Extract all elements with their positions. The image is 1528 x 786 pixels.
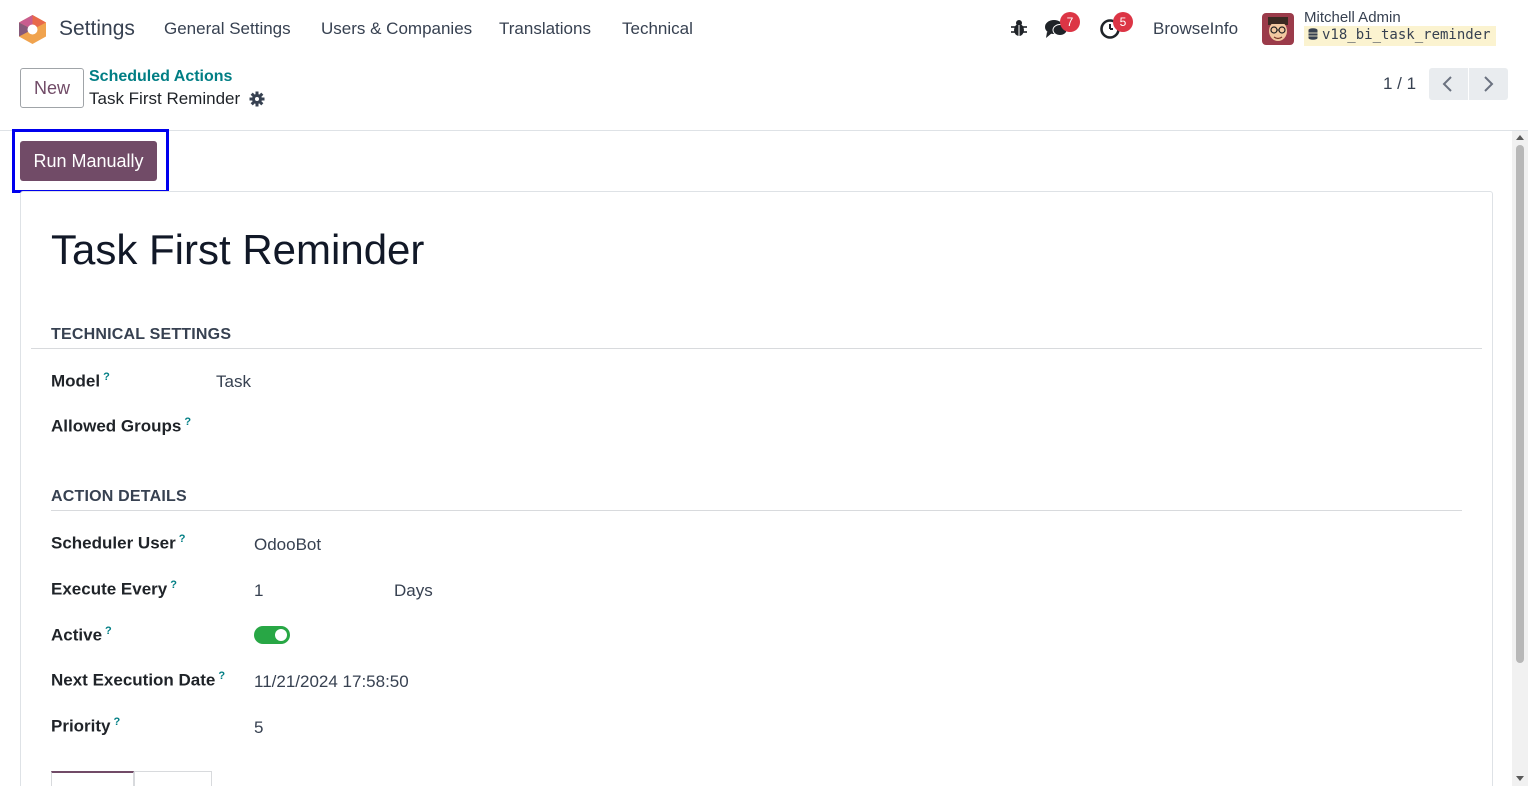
breadcrumb-current: Task First Reminder <box>89 89 241 108</box>
model-value[interactable]: Task <box>216 372 251 392</box>
scroll-up-arrow-icon[interactable] <box>1516 135 1524 140</box>
scheduler-user-value[interactable]: OdooBot <box>254 535 321 555</box>
database-icon <box>1308 28 1318 40</box>
section-divider <box>31 348 1482 349</box>
model-label: Model? <box>51 371 110 391</box>
messages-badge: 7 <box>1060 12 1080 32</box>
odoo-settings-logo-icon[interactable] <box>19 15 46 44</box>
execute-every-value[interactable]: 1 <box>254 581 263 601</box>
pager-previous-button[interactable] <box>1429 68 1468 100</box>
allowed-groups-label: Allowed Groups? <box>51 416 192 436</box>
chevron-right-icon <box>1484 76 1494 92</box>
priority-value[interactable]: 5 <box>254 718 263 738</box>
scrollbar[interactable] <box>1512 131 1528 786</box>
control-panel: New Scheduled Actions Task First Reminde… <box>0 58 1528 131</box>
scheduler-user-label: Scheduler User? <box>51 533 186 553</box>
database-tag: v18_bi_task_reminder <box>1304 26 1496 46</box>
tab-secondary[interactable] <box>134 771 212 786</box>
record-title[interactable]: Task First Reminder <box>51 226 424 274</box>
user-avatar[interactable] <box>1262 13 1294 45</box>
priority-label: Priority? <box>51 716 121 736</box>
execute-every-unit[interactable]: Days <box>394 581 433 601</box>
pager-value[interactable]: 1 / 1 <box>1383 74 1416 94</box>
menu-technical[interactable]: Technical <box>622 19 693 39</box>
menu-general-settings[interactable]: General Settings <box>164 19 291 39</box>
scroll-down-arrow-icon[interactable] <box>1516 776 1524 781</box>
app-title[interactable]: Settings <box>59 17 135 41</box>
new-button[interactable]: New <box>20 68 84 108</box>
execute-every-label: Execute Every? <box>51 579 177 599</box>
form-sheet: Task First Reminder TECHNICAL SETTINGS M… <box>20 191 1493 786</box>
action-details-header: ACTION DETAILS <box>51 488 187 505</box>
scroll-thumb[interactable] <box>1516 145 1524 663</box>
run-manually-button[interactable]: Run Manually <box>20 141 157 181</box>
action-bar: Run Manually <box>0 129 1512 193</box>
next-execution-date-value[interactable]: 11/21/2024 17:58:50 <box>254 672 409 692</box>
top-navbar: Settings General Settings Users & Compan… <box>0 0 1528 58</box>
tab-code[interactable] <box>51 771 134 786</box>
database-name: v18_bi_task_reminder <box>1322 27 1491 43</box>
breadcrumb-scheduled-actions[interactable]: Scheduled Actions <box>89 68 232 86</box>
company-switcher[interactable]: BrowseInfo <box>1153 19 1238 39</box>
chevron-left-icon <box>1442 76 1452 92</box>
activities-badge: 5 <box>1113 12 1133 32</box>
section-divider <box>51 510 1462 511</box>
menu-users-companies[interactable]: Users & Companies <box>321 19 472 39</box>
menu-translations[interactable]: Translations <box>499 19 591 39</box>
gear-icon[interactable] <box>249 91 265 107</box>
technical-settings-header: TECHNICAL SETTINGS <box>51 326 232 343</box>
active-label: Active? <box>51 625 112 645</box>
pager-next-button[interactable] <box>1469 68 1508 100</box>
user-name[interactable]: Mitchell Admin <box>1304 9 1401 26</box>
debug-bug-icon[interactable] <box>1008 17 1030 39</box>
next-execution-date-label: Next Execution Date? <box>51 670 226 690</box>
active-toggle[interactable] <box>254 626 290 644</box>
